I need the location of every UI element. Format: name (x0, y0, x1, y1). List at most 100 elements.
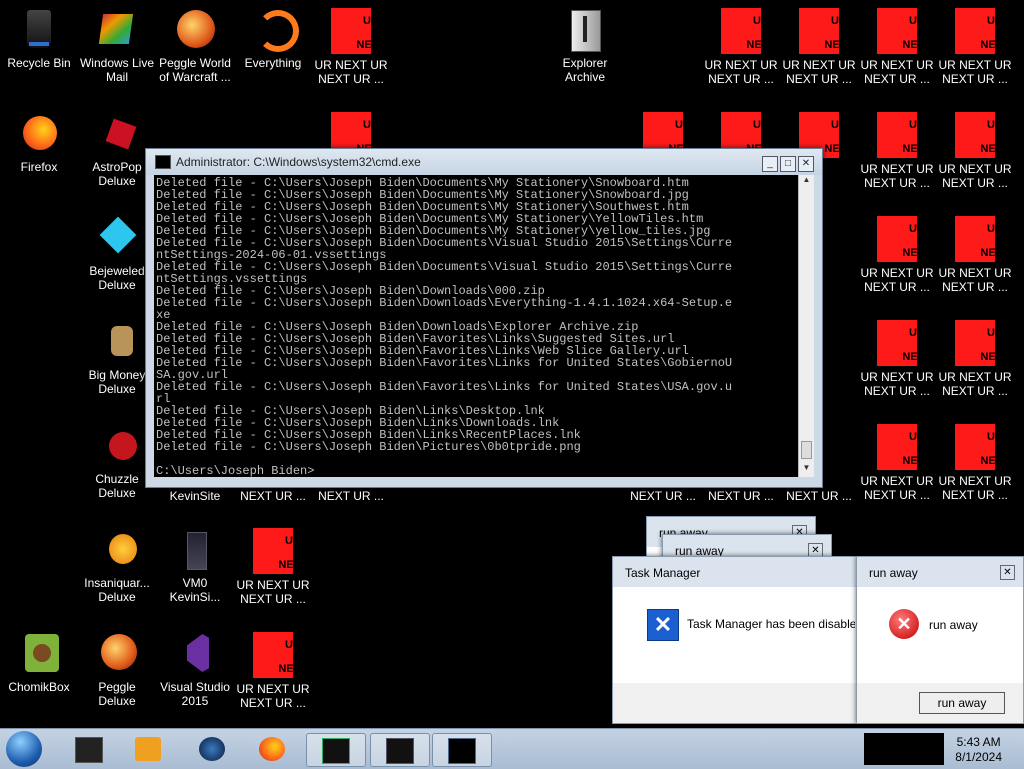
desktop-icon-ur-next[interactable]: UR NEXT UR NEXT UR NEXT UR ... (858, 320, 936, 398)
ur-next-icon: URNEXT (799, 8, 854, 54)
taskbar-item-1[interactable] (60, 733, 118, 765)
console-output[interactable]: Deleted file - C:\Users\Joseph Biden\Doc… (154, 175, 798, 477)
window-icon (386, 738, 414, 764)
console-line: Deleted file - C:\Users\Joseph Biden\Dow… (156, 296, 733, 310)
taskbar-item-media-player[interactable] (120, 733, 178, 765)
desktop-icon-vm0-kevinsite[interactable]: VM0 KevinSi... (156, 528, 234, 604)
task-manager-dialog[interactable]: Task Manager ✕ Task Manager has been dis… (612, 556, 860, 724)
clock[interactable]: 5:43 AM 8/1/2024 (955, 735, 1002, 765)
clock-date: 8/1/2024 (955, 750, 1002, 764)
desktop-icon-ur-next[interactable]: UR NEXT UR NEXT UR NEXT UR ... (234, 528, 312, 606)
scroll-down-arrow-icon[interactable]: ▼ (799, 463, 814, 477)
scroll-up-arrow-icon[interactable]: ▲ (799, 175, 814, 189)
archive-icon (563, 8, 607, 52)
run-away-message: run away (929, 618, 978, 632)
app-icon (75, 737, 103, 763)
desktop-icon-explorer-archive[interactable]: Explorer Archive (546, 8, 624, 84)
desktop-icon-ur-next[interactable]: UR NEXT UR NEXT UR NEXT UR ... (858, 424, 936, 502)
maximize-button[interactable]: □ (780, 156, 796, 172)
console-line: Deleted file - C:\Users\Joseph Biden\Fav… (156, 380, 733, 394)
ur-next-icon: URNEXT (877, 424, 932, 470)
close-button[interactable]: ✕ (798, 156, 814, 172)
desktop-icon-windows-live-mail[interactable]: Windows Live Mail (78, 8, 156, 84)
ur-next-icon: URNEXT (955, 216, 1010, 262)
cmd-icon (448, 738, 476, 764)
desktop-icon-ur-next[interactable]: UR NEXT UR NEXT UR NEXT UR ... (936, 424, 1014, 502)
desktop-icon-peggle-deluxe[interactable]: Peggle Deluxe (78, 632, 156, 708)
globe-icon (199, 737, 225, 761)
ur-next-icon: URNEXT (955, 112, 1010, 158)
desktop-icon-visual-studio[interactable]: Visual Studio 2015 (156, 632, 234, 708)
run-away-dialog[interactable]: run away ✕ ✕ run away run away (856, 556, 1024, 724)
desktop-icon-recycle-bin[interactable]: Recycle Bin (0, 8, 78, 70)
desktop-icon-ur-next[interactable]: UR NEXT UR NEXT UR NEXT UR ... (234, 632, 312, 710)
clock-time: 5:43 AM (956, 735, 1001, 749)
cmd-title-bar[interactable]: Administrator: C:\Windows\system32\cmd.e… (146, 149, 822, 175)
cmd-icon (155, 155, 171, 169)
peggle-icon (173, 8, 217, 52)
dialog-footer (613, 683, 859, 723)
taskbar-item-globe[interactable] (184, 733, 242, 765)
desktop-icon-ur-next[interactable]: UR NEXT UR NEXT UR NEXT UR ... (858, 216, 936, 294)
desktop-icon-kevinsite[interactable]: KevinSite (156, 489, 234, 503)
ur-next-icon: URNEXT (955, 320, 1010, 366)
desktop-icon-chomikbox[interactable]: ChomikBox (0, 632, 78, 694)
run-away-button[interactable]: run away (919, 692, 1005, 714)
error-x-icon: ✕ (647, 609, 679, 641)
ur-next-icon: URNEXT (877, 8, 932, 54)
ur-next-icon: URNEXT (877, 320, 932, 366)
desktop-icon-ur-next[interactable]: UR NEXT UR NEXT UR NEXT UR ... (936, 320, 1014, 398)
taskbar-item-active-1[interactable] (306, 733, 366, 767)
ur-next-icon: URNEXT (253, 528, 308, 574)
ur-next-icon: URNEXT (877, 112, 932, 158)
console-line: C:\Users\Joseph Biden> (156, 464, 315, 477)
big-money-icon (95, 320, 139, 364)
taskbar-item-active-2[interactable] (370, 733, 430, 767)
taskbar-item-cmd[interactable] (432, 733, 492, 767)
desktop-icon-ur-next[interactable]: UR NEXT UR NEXT UR NEXT UR ... (858, 8, 936, 86)
visual-studio-icon (173, 632, 217, 676)
desktop-icon-ur-next[interactable]: UR NEXT UR NEXT UR NEXT UR ... (936, 216, 1014, 294)
desktop-icon-insaniquarium[interactable]: Insaniquar... Deluxe (78, 528, 156, 604)
scroll-thumb[interactable] (801, 441, 812, 459)
taskbar-item-firefox[interactable] (244, 733, 302, 765)
desktop-icon-ur-next[interactable]: UR NEXT UR NEXT UR NEXT UR ... (780, 8, 858, 86)
desktop-icon-ur-next[interactable]: UR NEXT UR NEXT UR NEXT UR ... (936, 8, 1014, 86)
taskbar: 5:43 AM 8/1/2024 (0, 728, 1024, 769)
ur-next-icon: URNEXT (721, 8, 776, 54)
peggle-icon (95, 632, 139, 676)
start-button[interactable] (6, 731, 42, 767)
close-icon[interactable]: ✕ (1000, 565, 1015, 580)
window-icon (322, 738, 350, 764)
desktop-icon-ur-next-partial[interactable]: NEXT UR ... (624, 489, 702, 503)
task-manager-message: Task Manager has been disabled (687, 617, 855, 631)
desktop-icon-ur-next[interactable]: UR NEXT UR NEXT UR NEXT UR ... (312, 8, 390, 86)
console-line: Deleted file - C:\Users\Joseph Biden\Fav… (156, 356, 733, 370)
ur-next-icon: URNEXT (877, 216, 932, 262)
recycle-bin-icon (17, 8, 61, 52)
firefox-icon (17, 112, 61, 156)
desktop-icon-ur-next-partial[interactable]: NEXT UR ... (234, 489, 312, 503)
ur-next-icon: URNEXT (955, 424, 1010, 470)
file-icon (173, 528, 217, 572)
desktop-icon-ur-next-partial[interactable]: NEXT UR ... (780, 489, 858, 503)
desktop-icon-ur-next-partial[interactable]: NEXT UR ... (702, 489, 780, 503)
chuzzle-icon (95, 424, 139, 468)
notification-area[interactable] (864, 733, 944, 765)
minimize-button[interactable]: _ (762, 156, 778, 172)
desktop-icon-ur-next[interactable]: UR NEXT UR NEXT UR NEXT UR ... (702, 8, 780, 86)
desktop-icon-firefox[interactable]: Firefox (0, 112, 78, 174)
everything-icon (251, 8, 299, 52)
error-circle-icon: ✕ (889, 609, 919, 639)
desktop-icon-ur-next[interactable]: UR NEXT UR NEXT UR NEXT UR ... (936, 112, 1014, 190)
ur-next-icon: URNEXT (331, 8, 386, 54)
cmd-window[interactable]: Administrator: C:\Windows\system32\cmd.e… (145, 148, 823, 488)
ur-next-icon: URNEXT (253, 632, 308, 678)
desktop-icon-ur-next-partial[interactable]: NEXT UR ... (312, 489, 390, 503)
desktop-icon-peggle-world[interactable]: Peggle World of Warcraft ... (156, 8, 234, 84)
desktop-icon-ur-next[interactable]: UR NEXT UR NEXT UR NEXT UR ... (858, 112, 936, 190)
desktop-icon-everything[interactable]: Everything (234, 8, 312, 70)
ur-next-icon: URNEXT (955, 8, 1010, 54)
vertical-scrollbar[interactable]: ▲ ▼ (798, 175, 814, 477)
firefox-icon (259, 737, 285, 761)
